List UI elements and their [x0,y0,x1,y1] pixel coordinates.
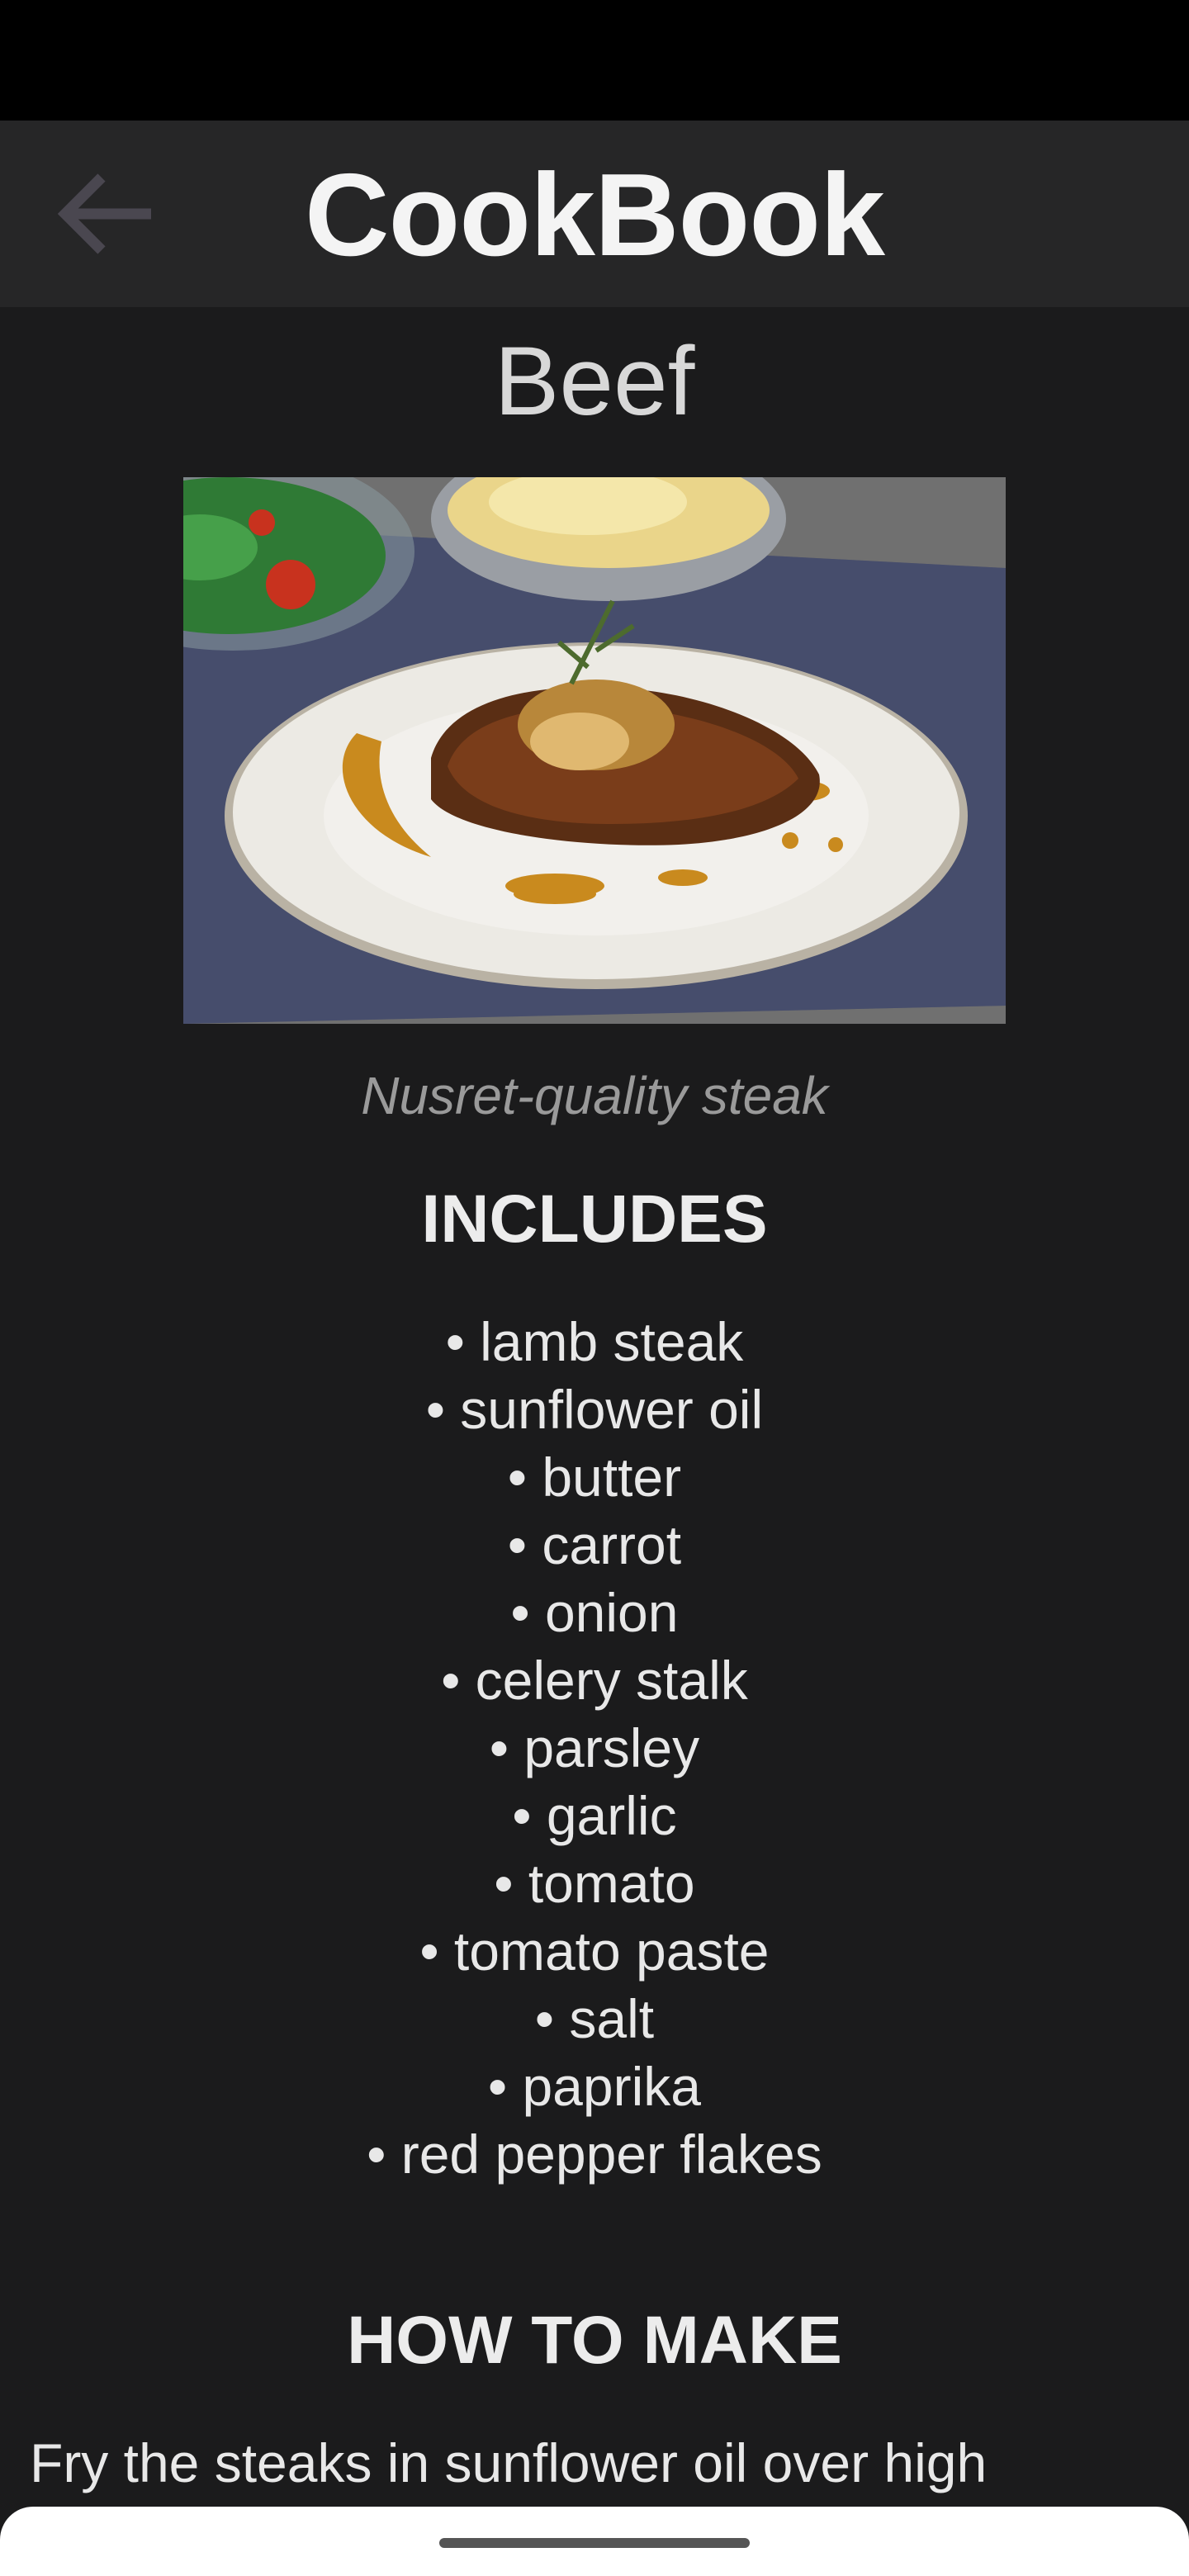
ingredient-item: • salt [534,1988,655,2049]
recipe-category-title: Beef [494,327,695,436]
ingredient-item: • onion [510,1582,679,1643]
includes-heading: INCLUDES [421,1181,768,1257]
recipe-image [183,477,1006,1024]
app-bar: CookBook [0,121,1189,307]
ingredient-item: • butter [507,1447,682,1508]
ingredient-item: • lamb steak [445,1311,744,1372]
ingredient-item: • garlic [512,1785,677,1846]
recipe-caption: Nusret-quality steak [361,1066,828,1125]
how-to-make-heading: HOW TO MAKE [347,2303,842,2378]
ingredient-item: • paprika [488,2056,701,2117]
navigation-bar [0,2507,1189,2576]
home-indicator[interactable] [439,2538,750,2548]
ingredient-item: • sunflower oil [425,1379,764,1440]
ingredient-item: • parsley [489,1717,700,1778]
ingredient-item: • tomato [494,1853,695,1914]
ingredient-item: • carrot [507,1514,682,1575]
ingredient-item: • celery stalk [441,1650,748,1711]
status-bar [0,0,1189,121]
recipe-detail[interactable]: Beef Nusret-quality steak INCLUDES • lam… [0,307,1189,2507]
ingredient-item: • red pepper flakes [367,2124,822,2185]
method-text: Fry the steaks in sunflower oil over hig… [30,2432,988,2493]
app-title: CookBook [305,149,885,281]
ingredient-item: • tomato paste [419,1920,770,1982]
ingredient-list: • lamb steak • sunflower oil • butter • … [0,1308,1189,2188]
